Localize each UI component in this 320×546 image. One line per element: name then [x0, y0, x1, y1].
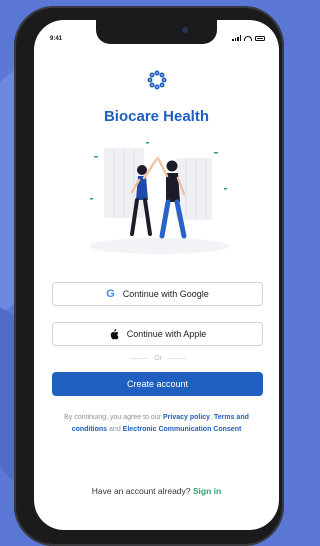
biocare-logo-icon	[147, 70, 167, 90]
wifi-icon	[244, 35, 252, 41]
privacy-policy-link[interactable]: Privacy policy	[163, 414, 210, 421]
app-screen: 9:41 Biocare Health G Continue with Goog…	[34, 20, 279, 530]
divider-text: Or	[154, 355, 162, 362]
have-account-text: Have an account already?	[91, 486, 191, 496]
status-time: 9:41	[50, 36, 63, 42]
continue-google-label: Continue with Google	[122, 289, 209, 299]
legal-and: and	[109, 426, 121, 433]
signin-prompt: Have an account already? Sign in	[34, 486, 279, 496]
or-divider: Or	[130, 355, 186, 362]
legal-prefix: By continuing, you agree to our	[64, 414, 162, 421]
battery-icon	[255, 35, 265, 41]
phone-frame: 9:41 Biocare Health G Continue with Goog…	[14, 6, 284, 546]
apple-icon	[110, 328, 119, 339]
divider-line	[130, 358, 149, 359]
signal-icon	[232, 35, 241, 41]
camera-icon	[182, 27, 188, 33]
google-icon: G	[106, 288, 115, 300]
sign-in-link[interactable]: Sign in	[193, 486, 221, 496]
create-account-button[interactable]: Create account	[52, 372, 263, 396]
legal-comma: ,	[210, 414, 213, 421]
continue-apple-button[interactable]: Continue with Apple	[52, 322, 263, 346]
brand-title: Biocare Health	[103, 108, 210, 125]
high-five-illustration	[89, 142, 229, 254]
create-account-label: Create account	[126, 379, 189, 389]
consent-link[interactable]: Electronic Communication Consent	[123, 426, 242, 433]
phone-notch	[96, 20, 217, 44]
continue-apple-label: Continue with Apple	[126, 329, 207, 339]
legal-text: By continuing, you agree to our Privacy …	[50, 412, 263, 436]
continue-google-button[interactable]: G Continue with Google	[52, 282, 263, 306]
divider-line	[167, 358, 186, 359]
status-icons	[232, 35, 265, 41]
